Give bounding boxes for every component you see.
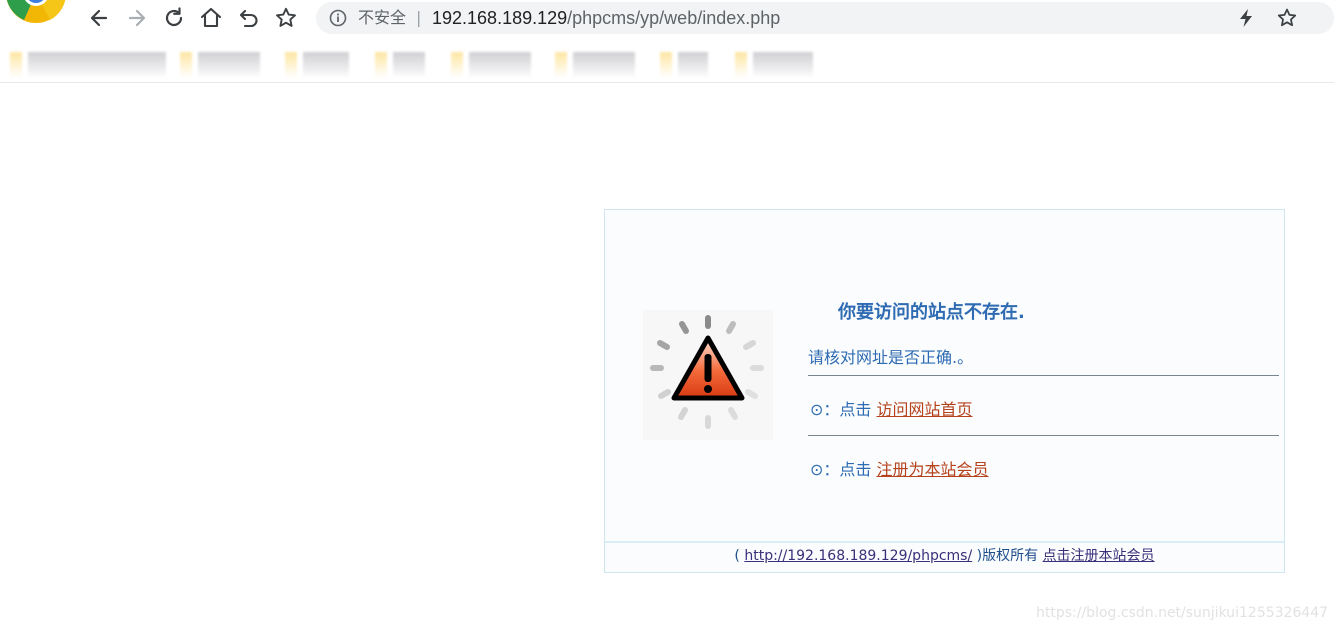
bookmark-item[interactable] (180, 52, 260, 78)
option-bullet: ⊙ (810, 460, 824, 479)
option-prefix: ：点击 (823, 460, 877, 479)
bookmark-item[interactable] (375, 52, 425, 78)
error-title: 你要访问的站点不存在. (838, 302, 1025, 323)
option-prefix: ：点击 (823, 400, 877, 419)
folder-icon (10, 52, 22, 78)
home-icon (200, 7, 222, 28)
url-path: /phpcms/yp/web/index.php (567, 8, 781, 28)
option-register: ⊙：点击 注册为本站会员 (810, 456, 989, 480)
bookmark-item[interactable] (555, 52, 635, 78)
divider (808, 435, 1279, 436)
info-icon[interactable] (328, 8, 348, 28)
divider (808, 375, 1279, 376)
folder-icon (555, 52, 567, 78)
lightning-button[interactable] (1234, 6, 1258, 30)
folder-icon (180, 52, 192, 78)
url-host: 192.168.189.129 (432, 8, 568, 28)
error-content: 你要访问的站点不存在. 请核对网址是否正确.。 ⊙：点击 访问网站首页 ⊙：点击… (605, 210, 1284, 541)
undo-icon (239, 9, 258, 28)
bookmark-item[interactable] (735, 52, 813, 78)
back-arrow-icon (90, 9, 108, 27)
forward-arrow-icon (128, 9, 146, 27)
bookmark-star-button[interactable] (1275, 6, 1299, 30)
folder-icon (375, 52, 387, 78)
bookmarks-blurred (8, 48, 948, 84)
error-box: 你要访问的站点不存在. 请核对网址是否正确.。 ⊙：点击 访问网站首页 ⊙：点击… (604, 209, 1285, 573)
footer-open-paren: ( (734, 548, 745, 564)
bookmark-item[interactable] (10, 52, 166, 78)
bookmark-item[interactable] (285, 52, 349, 78)
bookmark-item[interactable] (660, 52, 708, 78)
address-separator: | (416, 8, 422, 27)
address-bar[interactable]: 不安全 | 192.168.189.129/phpcms/yp/web/inde… (316, 2, 1334, 34)
reload-button[interactable] (161, 5, 187, 31)
favorites-button[interactable] (273, 5, 299, 31)
copyright-footer: ( http://192.168.189.129/phpcms/ )版权所有 点… (605, 541, 1284, 572)
folder-icon (285, 52, 297, 78)
site-url-link[interactable]: http://192.168.189.129/phpcms/ (744, 548, 972, 564)
folder-icon (451, 52, 463, 78)
url-text[interactable]: 192.168.189.129/phpcms/yp/web/index.php (432, 8, 780, 28)
star-outline-icon (276, 7, 296, 27)
undo-close-tab-button[interactable] (236, 5, 262, 31)
reload-icon (165, 7, 183, 27)
option-homepage: ⊙：点击 访问网站首页 (810, 396, 973, 420)
lightning-icon (1240, 9, 1252, 27)
watermark: https://blog.csdn.net/sunjikui1255326447 (1036, 605, 1329, 621)
bookmark-item[interactable] (451, 52, 531, 78)
bookmarks-bar (0, 42, 1334, 83)
forward-button[interactable] (124, 5, 150, 31)
visit-homepage-link[interactable]: 访问网站首页 (877, 400, 973, 419)
security-label[interactable]: 不安全 (358, 8, 406, 28)
footer-register-link[interactable]: 点击注册本站会员 (1043, 548, 1155, 564)
error-message: 请核对网址是否正确.。 (808, 348, 974, 367)
footer-rights: )版权所有 (972, 548, 1043, 564)
back-button[interactable] (86, 5, 112, 31)
bookmark-star-icon (1277, 8, 1297, 27)
chrome-logo-icon (6, 0, 66, 24)
folder-icon (660, 52, 672, 78)
folder-icon (735, 52, 747, 78)
home-button[interactable] (198, 5, 224, 31)
option-bullet: ⊙ (810, 400, 824, 419)
browser-toolbar: 不安全 | 192.168.189.129/phpcms/yp/web/inde… (0, 0, 1334, 40)
register-member-link[interactable]: 注册为本站会员 (877, 460, 989, 479)
warning-icon (643, 310, 773, 440)
